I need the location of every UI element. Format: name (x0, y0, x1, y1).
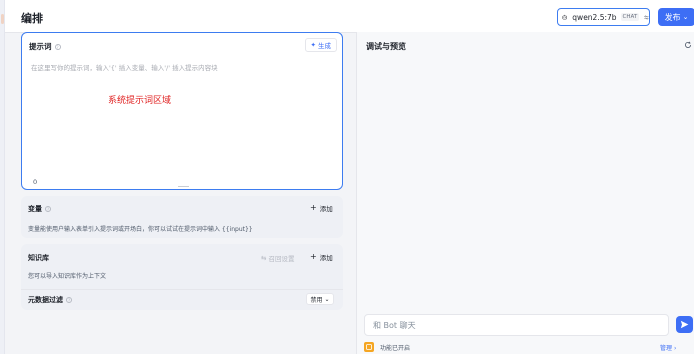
send-button[interactable] (676, 316, 693, 333)
knowledge-section: 知识库 ⇆ 召回设置 + 添加 您可以导入知识库作为上下文 元数据过滤 ? (21, 244, 343, 310)
knowledge-title: 知识库 (28, 254, 49, 262)
feature-status: 功能已开启 (380, 344, 411, 352)
model-selector[interactable]: qwen2.5:7b CHAT (557, 8, 650, 26)
variables-title: 变量 ? (28, 204, 51, 214)
add-variable-button[interactable]: + 添加 (310, 203, 333, 214)
send-icon (680, 320, 689, 329)
debug-preview-panel: 调试与预览 和 Bot 聊天 功能已开启 管理 › (356, 32, 694, 354)
resize-handle[interactable] (178, 186, 189, 187)
feature-icon (364, 342, 374, 352)
feature-bar: 功能已开启 管理 › (364, 340, 694, 354)
header-bar: 编排 qwen2.5:7b CHAT 发布 ⌄ (5, 0, 694, 33)
refresh-icon[interactable] (684, 41, 692, 49)
prompt-title-label: 提示词 (29, 42, 52, 51)
prompt-placeholder[interactable]: 在这里写你的提示词，输入'{' 插入变量、输入'/' 插入提示内容块 (31, 62, 218, 72)
prompt-title: 提示词 ? (29, 41, 61, 52)
sparkle-icon: ✦ (310, 41, 316, 49)
chevron-down-icon: ⌄ (682, 13, 689, 21)
variables-section: 变量 ? + 添加 变量能使用户输入表单引入提示词或开场白，你可以试试在提示词中… (21, 196, 343, 238)
manage-label: 管理 (660, 345, 673, 352)
sliders-icon[interactable] (644, 13, 649, 22)
plus-icon: + (310, 252, 317, 261)
model-name: qwen2.5:7b (572, 12, 617, 22)
info-icon[interactable]: ? (45, 206, 51, 212)
preview-title: 调试与预览 (366, 42, 406, 51)
prompt-editor[interactable]: 提示词 ? ✦ 生成 在这里写你的提示词，输入'{' 插入变量、输入'/' 插入… (21, 32, 343, 190)
left-edge-strip (0, 0, 5, 354)
metadata-filter-select[interactable]: 禁用 ⌄ (306, 293, 334, 305)
recall-settings-button[interactable]: ⇆ 召回设置 (261, 253, 294, 263)
publish-button[interactable]: 发布 ⌄ (658, 8, 694, 26)
divider (21, 289, 343, 290)
metadata-filter-label: 元数据过滤 (28, 296, 63, 304)
publish-label: 发布 (664, 12, 681, 22)
chevron-down-icon: ⌄ (324, 295, 330, 303)
sidebar-marker (1, 14, 4, 24)
page-title: 编排 (21, 12, 43, 25)
variables-description: 变量能使用户输入表单引入提示词或开场白，你可以试试在提示词中输入 {{input… (28, 226, 253, 233)
swap-icon: ⇆ (261, 254, 267, 262)
info-icon[interactable]: ? (66, 297, 72, 303)
recall-settings-label: 召回设置 (268, 255, 295, 263)
generate-label: 生成 (318, 42, 331, 50)
info-icon[interactable]: ? (54, 43, 61, 50)
model-type-badge: CHAT (620, 13, 640, 21)
add-variable-label: 添加 (319, 205, 333, 213)
system-prompt-region-label: 系统提示词区域 (108, 96, 172, 106)
add-knowledge-label: 添加 (319, 254, 333, 262)
metadata-filter-title: 元数据过滤 ? (28, 295, 72, 305)
manage-link[interactable]: 管理 › (660, 343, 676, 352)
add-knowledge-button[interactable]: + 添加 (310, 252, 333, 263)
variables-title-label: 变量 (28, 205, 42, 213)
robot-icon (562, 14, 567, 20)
plus-icon: + (310, 203, 317, 212)
metadata-filter-value: 禁用 (310, 296, 323, 304)
knowledge-description: 您可以导入知识库作为上下文 (28, 273, 107, 280)
chat-input-placeholder: 和 Bot 聊天 (373, 320, 416, 330)
generate-button[interactable]: ✦ 生成 (304, 38, 337, 52)
chat-input[interactable]: 和 Bot 聊天 (364, 314, 669, 336)
chevron-right-icon: › (673, 345, 677, 352)
char-count: 0 (33, 178, 38, 186)
